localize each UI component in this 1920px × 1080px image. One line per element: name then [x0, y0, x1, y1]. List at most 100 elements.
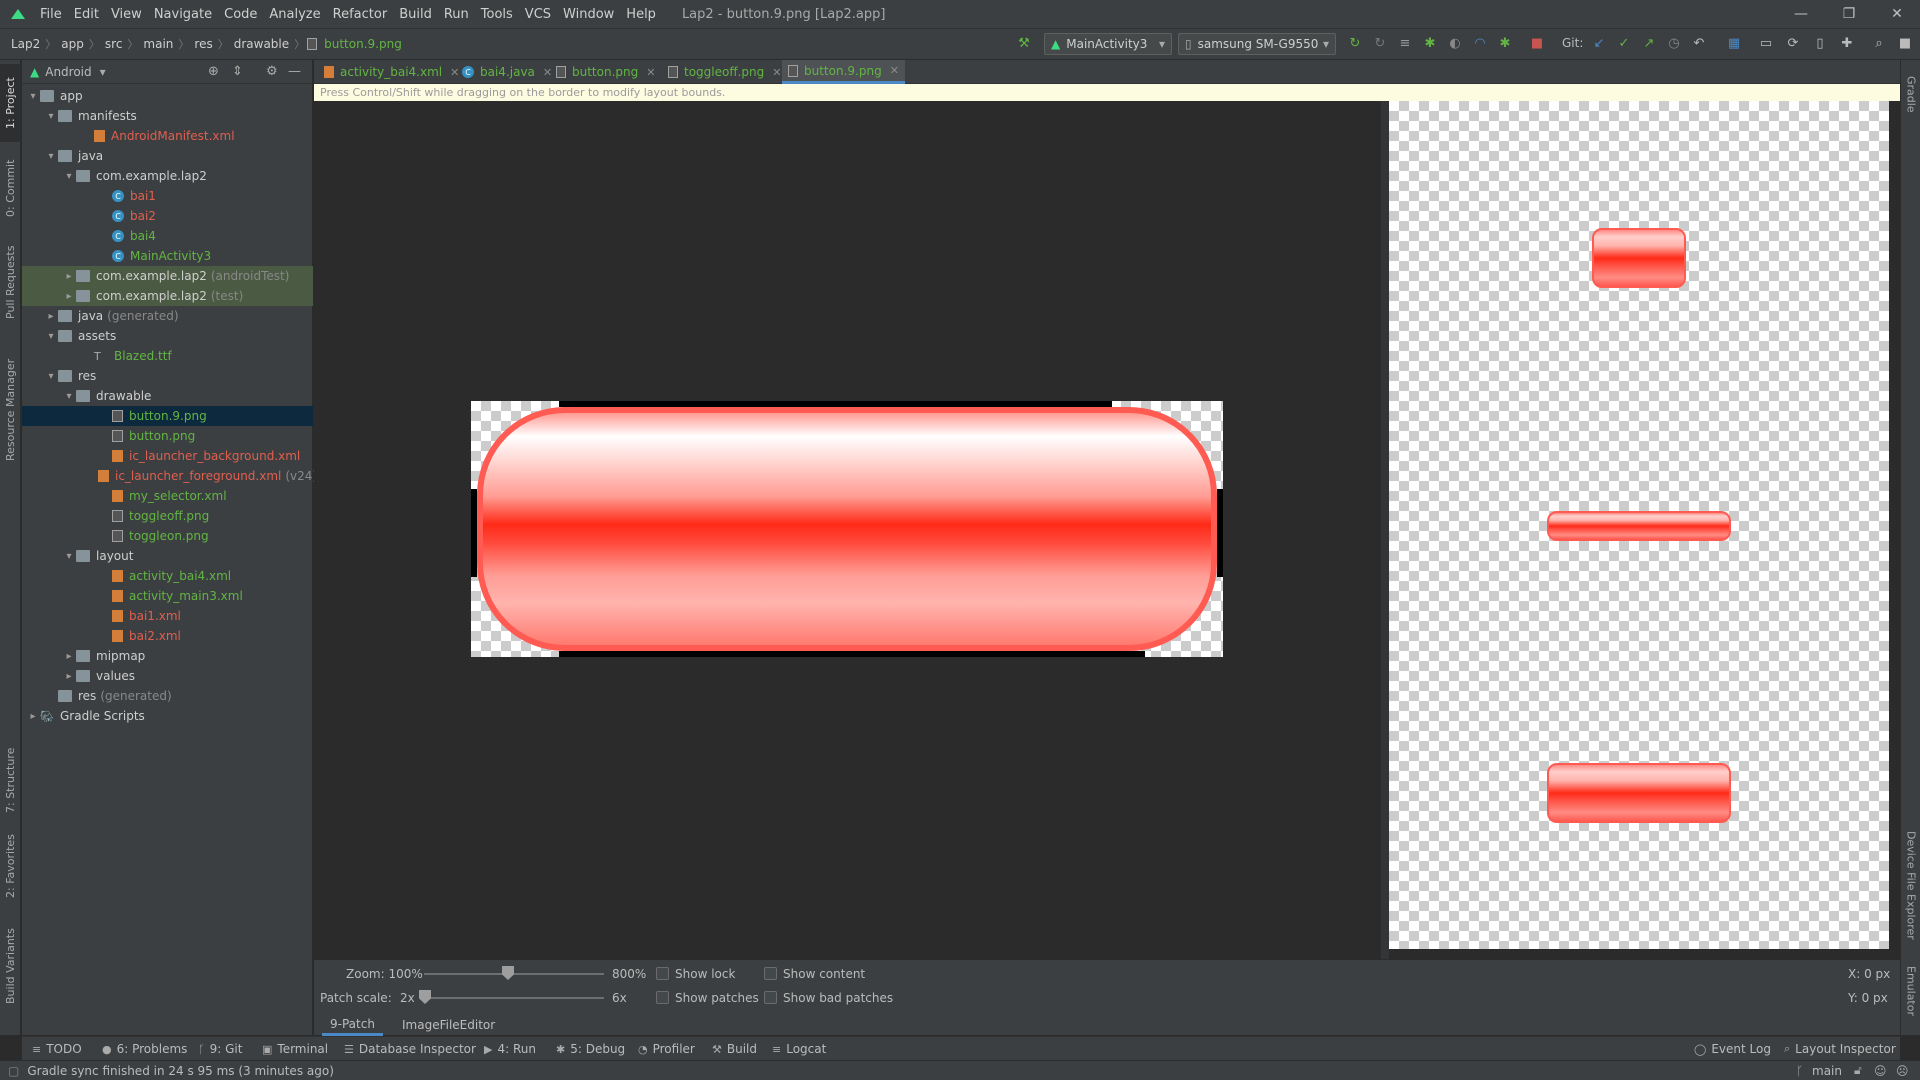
locate-icon[interactable]: ⊕: [208, 64, 219, 79]
panel-divider[interactable]: [1381, 101, 1389, 959]
tree-item[interactable]: bai1.xml: [22, 606, 313, 626]
attach-debugger-icon[interactable]: ✱: [1496, 34, 1514, 52]
menu-item-tools[interactable]: Tools: [475, 7, 519, 22]
tree-item[interactable]: ▾ layout: [22, 546, 313, 566]
menu-item-navigate[interactable]: Navigate: [148, 7, 218, 22]
menu-item-view[interactable]: View: [105, 7, 148, 22]
breadcrumb-item[interactable]: Lap2: [8, 37, 43, 51]
editor-tab[interactable]: toggleoff.png ✕: [662, 60, 787, 84]
show-content-checkbox[interactable]: [764, 967, 777, 980]
tree-item[interactable]: bai2.xml: [22, 626, 313, 646]
avd-manager-icon[interactable]: ▯: [1811, 34, 1829, 52]
tree-item[interactable]: res (generated): [22, 686, 313, 706]
expand-arrow-icon[interactable]: ▾: [44, 331, 58, 342]
tree-item[interactable]: ▾ app: [22, 86, 313, 106]
tool-window-button[interactable]: ● 6: Problems: [102, 1037, 187, 1061]
tab-build-variants[interactable]: Build Variants: [0, 916, 21, 1016]
status-panel-icon[interactable]: ▢: [8, 1064, 19, 1078]
chevron-down-icon[interactable]: ▾: [100, 65, 106, 79]
expand-arrow-icon[interactable]: ▸: [44, 311, 58, 322]
menu-item-help[interactable]: Help: [620, 7, 662, 22]
tool-window-button[interactable]: ≡ TODO: [32, 1037, 82, 1061]
menu-item-build[interactable]: Build: [393, 7, 438, 22]
tool-window-button[interactable]: ▣ Terminal: [262, 1037, 328, 1061]
profile-icon[interactable]: ◠: [1471, 34, 1489, 52]
tree-item[interactable]: ▸ com.example.lap2 (test): [22, 286, 313, 306]
tool-window-button[interactable]: ≡ Logcat: [772, 1037, 826, 1061]
close-tab-icon[interactable]: ✕: [646, 66, 655, 79]
sync-gradle-icon[interactable]: ⟳: [1784, 34, 1802, 52]
tab-commit[interactable]: 0: Commit: [0, 148, 21, 228]
tree-item[interactable]: activity_main3.xml: [22, 586, 313, 606]
editor-tab[interactable]: activity_bai4.xml ✕: [318, 60, 465, 84]
git-push-icon[interactable]: ↗: [1640, 34, 1658, 52]
git-branch[interactable]: main: [1812, 1064, 1842, 1078]
tree-item[interactable]: ▾ drawable: [22, 386, 313, 406]
tree-item[interactable]: C MainActivity3: [22, 246, 313, 266]
patch-slider-track[interactable]: [424, 997, 604, 999]
breadcrumb-item[interactable]: main: [140, 37, 176, 51]
expand-arrow-icon[interactable]: ▾: [44, 111, 58, 122]
run-icon[interactable]: ≡: [1396, 34, 1414, 52]
zoom-slider-thumb[interactable]: [502, 966, 514, 980]
tree-item[interactable]: button.9.png: [22, 406, 313, 426]
show-patches-checkbox[interactable]: [656, 991, 669, 1004]
tree-item[interactable]: Cbai2: [22, 206, 313, 226]
expand-arrow-icon[interactable]: ▾: [44, 151, 58, 162]
debug-icon[interactable]: ✱: [1421, 34, 1439, 52]
ninepatch-image[interactable]: [471, 401, 1223, 657]
menu-item-code[interactable]: Code: [218, 7, 263, 22]
avatar[interactable]: ■: [1896, 34, 1914, 52]
gear-icon[interactable]: ⚙: [266, 64, 278, 79]
tree-item[interactable]: activity_bai4.xml: [22, 566, 313, 586]
minimize-icon[interactable]: —: [1778, 0, 1824, 28]
plugin-icon[interactable]: ✚: [1838, 34, 1856, 52]
close-icon[interactable]: ✕: [1874, 0, 1920, 28]
expand-arrow-icon[interactable]: ▸: [62, 671, 76, 682]
menu-item-run[interactable]: Run: [438, 7, 475, 22]
lock-icon[interactable]: 🔓︎: [1854, 1063, 1862, 1078]
tree-item[interactable]: T Blazed.ttf: [22, 346, 313, 366]
menu-item-vcs[interactable]: VCS: [519, 7, 557, 22]
expand-arrow-icon[interactable]: ▾: [44, 371, 58, 382]
history-icon[interactable]: ◷: [1665, 34, 1683, 52]
tree-item[interactable]: ▸ java (generated): [22, 306, 313, 326]
menu-item-file[interactable]: File: [34, 7, 68, 22]
tool-window-button[interactable]: ⚒ Build: [712, 1037, 757, 1061]
tool-window-button[interactable]: ▶ 4: Run: [484, 1037, 536, 1061]
device-select[interactable]: ▯ samsung SM-G9550 ▾: [1178, 33, 1336, 55]
tree-item[interactable]: button.png: [22, 426, 313, 446]
close-tab-icon[interactable]: ✕: [890, 64, 899, 77]
git-update-icon[interactable]: ↙: [1590, 34, 1608, 52]
tab-structure[interactable]: 7: Structure: [0, 740, 21, 820]
menu-item-window[interactable]: Window: [557, 7, 620, 22]
make-project-icon[interactable]: ⚒: [1015, 34, 1033, 52]
stop-icon[interactable]: ■: [1528, 34, 1546, 52]
project-structure-icon[interactable]: ▦: [1725, 34, 1743, 52]
tree-item[interactable]: ic_launcher_foreground.xml (v24): [22, 466, 317, 486]
coverage-icon[interactable]: ◐: [1446, 34, 1464, 52]
close-tab-icon[interactable]: ✕: [772, 66, 781, 79]
tree-item[interactable]: ▸ mipmap: [22, 646, 313, 666]
tree-item[interactable]: ▾ res: [22, 366, 313, 386]
tool-window-button[interactable]: ᚴ 9: Git: [198, 1037, 242, 1061]
hide-icon[interactable]: —: [288, 64, 301, 79]
feedback-icon[interactable]: ☹: [1896, 1064, 1909, 1078]
tab-emulator[interactable]: Emulator: [1901, 956, 1920, 1026]
ninepatch-canvas[interactable]: [314, 101, 1381, 959]
show-lock-checkbox[interactable]: [656, 967, 669, 980]
tool-window-button[interactable]: ✱ 5: Debug: [556, 1037, 625, 1061]
collapse-all-icon[interactable]: ⇕: [232, 64, 243, 79]
tab-device-file-explorer[interactable]: Device File Explorer: [1901, 820, 1920, 950]
editor-tab[interactable]: Cbai4.java ✕: [456, 60, 558, 84]
search-icon[interactable]: ⌕: [1870, 34, 1888, 52]
run-config-select[interactable]: ▲ MainActivity3 ▾: [1044, 33, 1172, 55]
tool-window-button[interactable]: ⌕ Layout Inspector: [1784, 1037, 1896, 1061]
smile-icon[interactable]: ☺: [1874, 1064, 1887, 1078]
tree-item[interactable]: toggleoff.png: [22, 506, 313, 526]
tree-item[interactable]: Cbai1: [22, 186, 313, 206]
tree-item[interactable]: ▾ com.example.lap2: [22, 166, 313, 186]
tool-window-button[interactable]: ◔ Profiler: [638, 1037, 695, 1061]
menu-item-analyze[interactable]: Analyze: [263, 7, 326, 22]
show-bad-patches-checkbox[interactable]: [764, 991, 777, 1004]
